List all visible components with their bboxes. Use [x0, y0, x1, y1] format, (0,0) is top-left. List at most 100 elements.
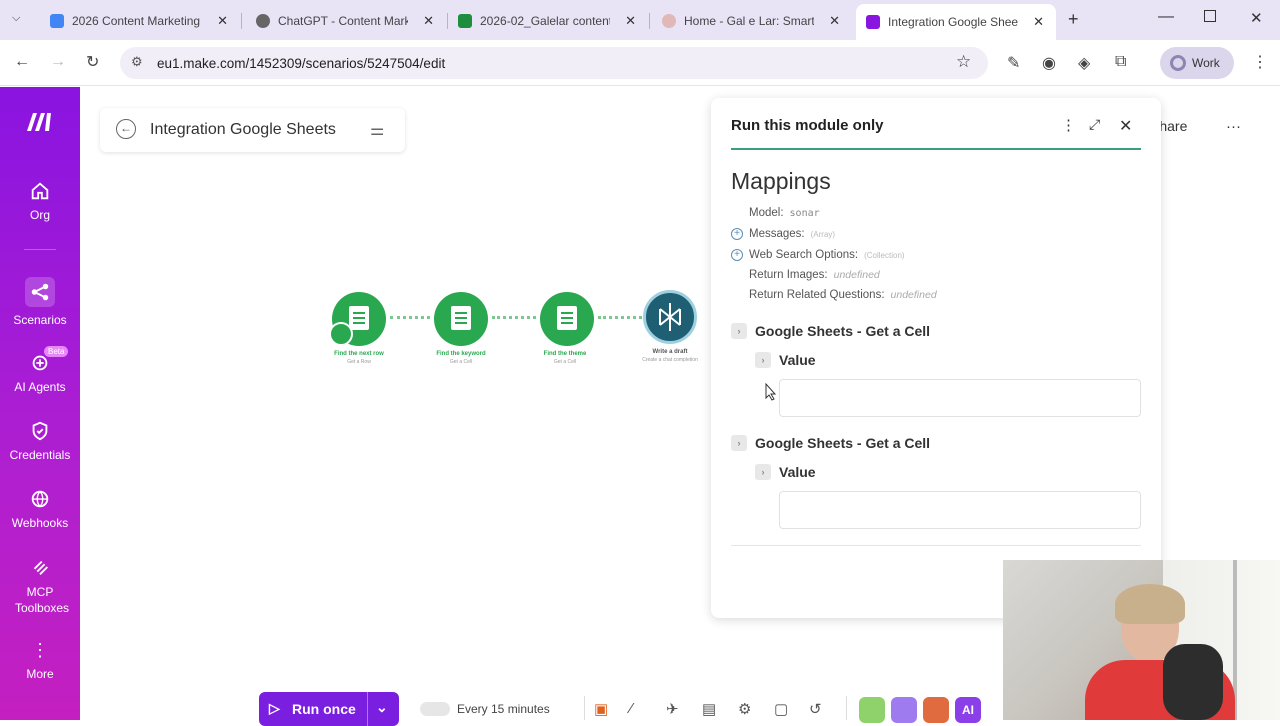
sidebar-item-ai-agents[interactable]: Beta AI Agents: [0, 346, 80, 394]
make-favicon-icon: [866, 15, 880, 29]
section-header[interactable]: › Google Sheets - Get a Cell: [731, 323, 930, 339]
settings-sliders-icon[interactable]: ⚌: [370, 120, 384, 140]
close-tab-icon[interactable]: ✕: [217, 13, 228, 29]
clock-trigger-icon[interactable]: [329, 322, 353, 346]
restore-icon[interactable]: [1204, 10, 1216, 22]
node-sublabel: Create a chat completion: [642, 357, 698, 363]
field-value: (Collection): [864, 250, 905, 260]
sidebar-item-webhooks[interactable]: Webhooks: [0, 488, 80, 530]
browser-tab[interactable]: 2026-02_Galelar content ✕: [448, 6, 648, 36]
scenario-title[interactable]: Integration Google Sheets: [150, 121, 336, 139]
browser-menu-icon[interactable]: ⋮: [1252, 52, 1268, 72]
expand-plus-icon[interactable]: +: [731, 249, 743, 261]
beta-badge: Beta: [44, 346, 69, 357]
value-field[interactable]: [779, 491, 1141, 529]
chevron-right-icon[interactable]: ›: [755, 352, 771, 368]
module-panel: Run this module only ⋮ ⤢ ✕ Mappings Mode…: [711, 98, 1161, 618]
sidebar-item-credentials[interactable]: Credentials: [0, 420, 80, 462]
chevron-right-icon[interactable]: ›: [731, 323, 747, 339]
sidebar-item-label: Webhooks: [11, 516, 69, 530]
microphone: [1163, 644, 1223, 720]
minimize-icon[interactable]: —: [1158, 8, 1174, 26]
close-tab-icon[interactable]: ✕: [625, 13, 636, 29]
browser-tab[interactable]: 2026 Content Marketing ✕: [40, 6, 240, 36]
green-module-icon[interactable]: [859, 697, 885, 723]
orange-module-icon[interactable]: [923, 697, 949, 723]
close-panel-icon[interactable]: ✕: [1119, 116, 1132, 136]
close-window-icon[interactable]: ✕: [1250, 9, 1263, 27]
section-header[interactable]: › Google Sheets - Get a Cell: [731, 435, 930, 451]
perplexity-icon: [659, 303, 681, 331]
site-info-icon[interactable]: ⚙: [131, 54, 143, 70]
purple-module-icon[interactable]: [891, 697, 917, 723]
bookmark-star-icon[interactable]: ☆: [956, 52, 971, 72]
more-options-icon[interactable]: ···: [1226, 118, 1241, 135]
schedule-label[interactable]: Every 15 minutes: [457, 702, 550, 716]
close-tab-icon[interactable]: ✕: [423, 13, 434, 29]
extensions-puzzle-icon[interactable]: ⧉: [1115, 53, 1126, 71]
perplexity-module-node[interactable]: [643, 290, 697, 344]
history-icon[interactable]: ↺: [809, 700, 822, 718]
ai-module-button[interactable]: AI: [955, 697, 981, 723]
sheets-icon: [451, 306, 471, 330]
panel-menu-icon[interactable]: ⋮: [1061, 116, 1076, 134]
save-icon[interactable]: ▣: [594, 700, 608, 718]
chevron-right-icon[interactable]: ›: [731, 435, 747, 451]
browser-tab-active[interactable]: Integration Google Shee ✕: [856, 4, 1056, 40]
sidebar-item-label: More: [26, 667, 54, 681]
chatgpt-favicon-icon: [256, 14, 270, 28]
airplane-icon[interactable]: ✈: [666, 700, 679, 718]
sheets-module-node[interactable]: [434, 292, 488, 346]
close-tab-icon[interactable]: ✕: [829, 13, 840, 29]
node-label: Find the theme: [543, 351, 587, 357]
node-label: Find the keyword: [436, 351, 486, 357]
pen-icon[interactable]: ✎: [1007, 53, 1020, 73]
address-bar[interactable]: ⚙ eu1.make.com/1452309/scenarios/5247504…: [120, 47, 988, 79]
sidebar-item-mcp-toolboxes[interactable]: MCP Toolboxes: [0, 556, 80, 616]
sidebar-item-more[interactable]: ⋮ More: [0, 639, 80, 681]
sheets-favicon-icon: [458, 14, 472, 28]
run-once-button[interactable]: ▷ Run once ⌄: [259, 692, 399, 726]
sidebar-item-label: Credentials: [9, 448, 71, 462]
expand-plus-icon[interactable]: +: [731, 228, 743, 240]
close-tab-icon[interactable]: ✕: [1033, 14, 1044, 30]
reload-icon[interactable]: ↻: [86, 52, 99, 72]
gear-icon[interactable]: ⚙: [738, 700, 751, 718]
value-label: Value: [779, 352, 816, 368]
profile-button[interactable]: Work: [1160, 47, 1234, 79]
value-header[interactable]: › Value: [755, 352, 816, 368]
magic-wand-icon[interactable]: ⁄: [630, 700, 633, 717]
browser-tab[interactable]: ChatGPT - Content Mark ✕: [246, 6, 446, 36]
chevron-right-icon[interactable]: ›: [755, 464, 771, 480]
field-label: Messages:: [749, 228, 805, 240]
table-icon[interactable]: ▤: [702, 700, 716, 718]
sheets-module-node[interactable]: [540, 292, 594, 346]
back-icon[interactable]: ←: [14, 53, 30, 71]
tab-search-chevron-icon[interactable]: ⌵: [12, 12, 20, 25]
chevron-down-icon[interactable]: ⌄: [376, 699, 388, 716]
mapping-field-messages[interactable]: + Messages: (Array): [731, 228, 835, 240]
tab-title: Home - Gal e Lar: Smart: [684, 14, 814, 28]
back-circle-icon[interactable]: ←: [116, 119, 136, 139]
value-field[interactable]: [779, 379, 1141, 417]
new-tab-icon[interactable]: +: [1068, 9, 1079, 30]
make-logo-icon[interactable]: [25, 109, 57, 133]
field-value: (Array): [810, 229, 836, 239]
extension-shield-icon[interactable]: ◈: [1078, 53, 1090, 73]
schedule-toggle[interactable]: [420, 702, 450, 716]
sidebar-item-label: Org: [29, 208, 50, 222]
mapping-field-web-search[interactable]: + Web Search Options: (Collection): [731, 249, 905, 261]
browser-tab[interactable]: Home - Gal e Lar: Smart ✕: [652, 6, 852, 36]
mapping-field-return-related: Return Related Questions: undefined: [749, 289, 937, 301]
mapping-field-return-images: Return Images: undefined: [749, 269, 880, 281]
sidebar-item-scenarios[interactable]: Scenarios: [0, 277, 80, 327]
value-header[interactable]: › Value: [755, 464, 816, 480]
mapping-field-model: Model: sonar: [749, 207, 820, 219]
forward-icon[interactable]: →: [50, 53, 66, 71]
mappings-heading: Mappings: [731, 168, 831, 194]
notes-icon[interactable]: ▢: [774, 700, 788, 718]
camera-icon[interactable]: ◉: [1042, 53, 1056, 73]
sidebar-item-org[interactable]: Org: [0, 180, 80, 222]
expand-icon[interactable]: ⤢: [1089, 116, 1100, 133]
field-value: undefined: [890, 289, 937, 301]
